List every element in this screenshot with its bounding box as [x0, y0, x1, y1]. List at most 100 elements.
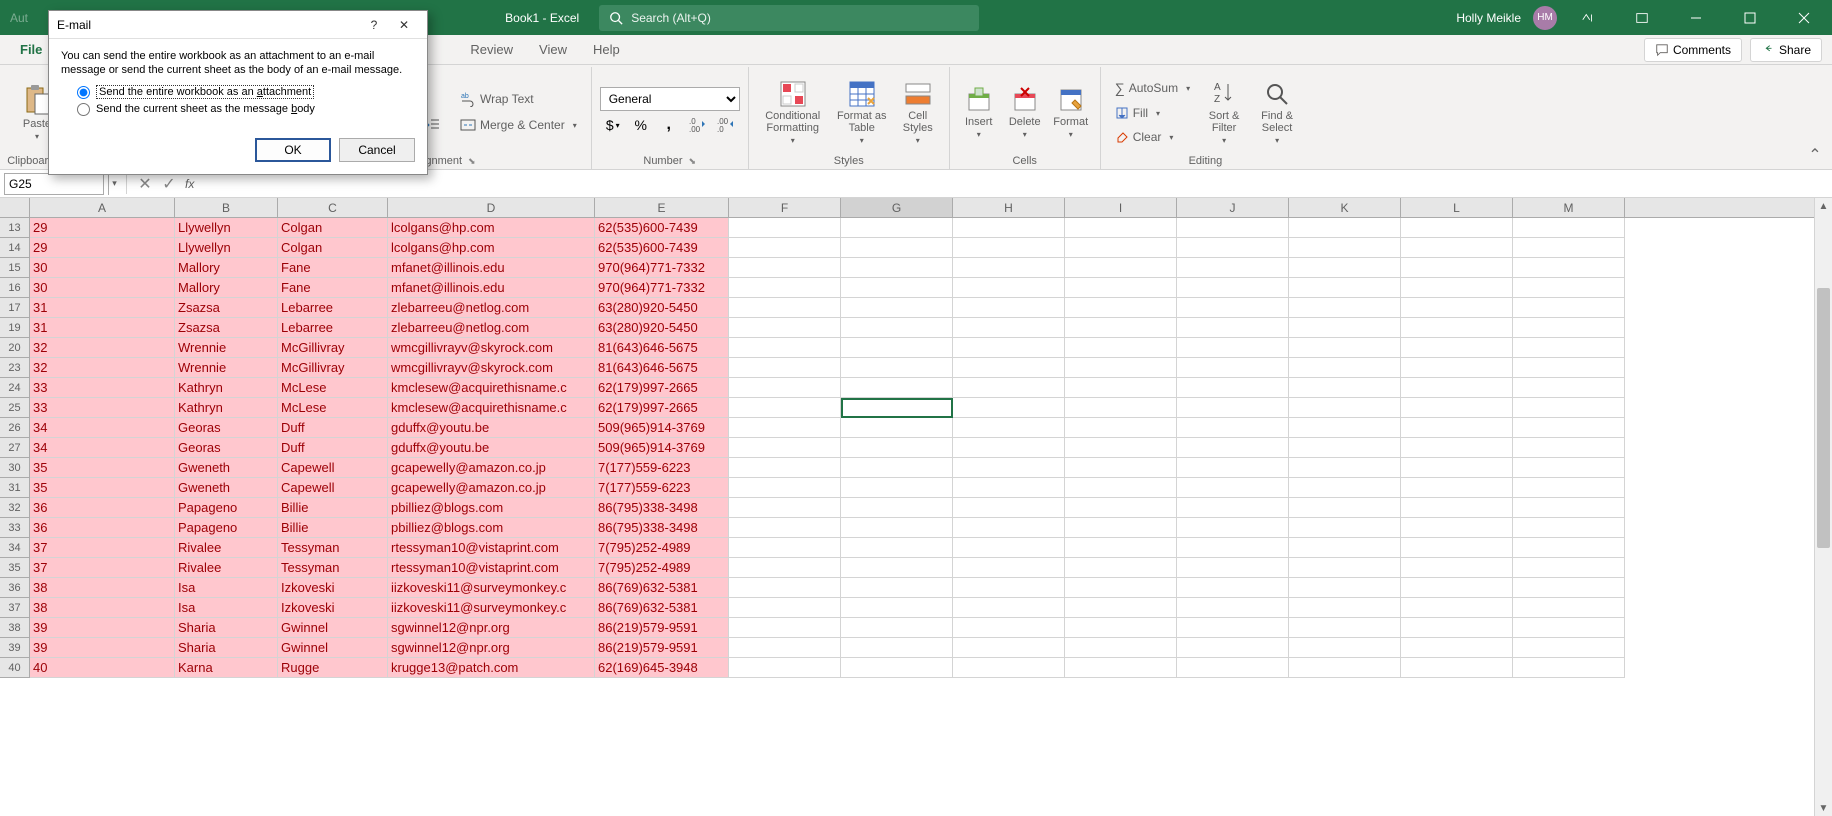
- cell[interactable]: [1401, 258, 1513, 278]
- cell[interactable]: [729, 598, 841, 618]
- cell[interactable]: 62(179)997-2665: [595, 398, 729, 418]
- cell[interactable]: Isa: [175, 578, 278, 598]
- cell[interactable]: [729, 258, 841, 278]
- cell[interactable]: [1065, 278, 1177, 298]
- cell[interactable]: 81(643)646-5675: [595, 338, 729, 358]
- cell[interactable]: [1289, 278, 1401, 298]
- cell[interactable]: [1177, 558, 1289, 578]
- cell[interactable]: [953, 478, 1065, 498]
- cell[interactable]: [953, 618, 1065, 638]
- cell[interactable]: 32: [30, 358, 175, 378]
- cell[interactable]: [841, 658, 953, 678]
- cell[interactable]: [1177, 258, 1289, 278]
- col-header-J[interactable]: J: [1177, 198, 1289, 217]
- tab-review[interactable]: Review: [458, 37, 525, 62]
- cell[interactable]: zlebarreeu@netlog.com: [388, 298, 595, 318]
- cell[interactable]: [841, 478, 953, 498]
- row-header[interactable]: 39: [0, 638, 30, 658]
- cell[interactable]: Rivalee: [175, 538, 278, 558]
- cell[interactable]: [1401, 438, 1513, 458]
- cell[interactable]: Gwinnel: [278, 638, 388, 658]
- cell[interactable]: [1065, 238, 1177, 258]
- name-box-dropdown[interactable]: ▾: [108, 173, 120, 195]
- cell[interactable]: Zsazsa: [175, 298, 278, 318]
- cell[interactable]: 86(219)579-9591: [595, 638, 729, 658]
- ribbon-display-button[interactable]: [1619, 0, 1665, 35]
- cell[interactable]: 35: [30, 458, 175, 478]
- cell[interactable]: [1401, 558, 1513, 578]
- row-header[interactable]: 35: [0, 558, 30, 578]
- cell[interactable]: [1177, 658, 1289, 678]
- cell[interactable]: [1065, 458, 1177, 478]
- merge-center-button[interactable]: Merge & Center ▾: [454, 113, 583, 137]
- user-avatar[interactable]: HM: [1533, 6, 1557, 30]
- row-header[interactable]: 13: [0, 218, 30, 238]
- cell[interactable]: sgwinnel12@npr.org: [388, 618, 595, 638]
- cell[interactable]: 970(964)771-7332: [595, 278, 729, 298]
- cell[interactable]: [729, 618, 841, 638]
- dialog-close-button[interactable]: ✕: [389, 11, 419, 39]
- row-header[interactable]: 27: [0, 438, 30, 458]
- cell[interactable]: [1513, 438, 1625, 458]
- col-header-M[interactable]: M: [1513, 198, 1625, 217]
- cell[interactable]: [841, 638, 953, 658]
- cell[interactable]: [1401, 358, 1513, 378]
- cell[interactable]: Billie: [278, 498, 388, 518]
- cell[interactable]: [953, 258, 1065, 278]
- cell[interactable]: 62(179)997-2665: [595, 378, 729, 398]
- cell[interactable]: [1401, 338, 1513, 358]
- cell[interactable]: 62(169)645-3948: [595, 658, 729, 678]
- cell[interactable]: [1401, 378, 1513, 398]
- cell[interactable]: [841, 558, 953, 578]
- radio-attachment[interactable]: [77, 86, 90, 99]
- cell[interactable]: gcapewelly@amazon.co.jp: [388, 458, 595, 478]
- cell[interactable]: 34: [30, 438, 175, 458]
- cell[interactable]: [1401, 578, 1513, 598]
- cell[interactable]: [1513, 518, 1625, 538]
- cell[interactable]: [1177, 338, 1289, 358]
- cell[interactable]: [1065, 638, 1177, 658]
- cell[interactable]: [1513, 278, 1625, 298]
- fill-button[interactable]: Fill▾: [1109, 102, 1196, 124]
- cell[interactable]: [841, 298, 953, 318]
- cell[interactable]: [1065, 258, 1177, 278]
- cell[interactable]: [1513, 618, 1625, 638]
- cancel-formula-button[interactable]: ✕: [133, 173, 157, 195]
- cell[interactable]: [841, 618, 953, 638]
- cell[interactable]: [841, 358, 953, 378]
- cell[interactable]: [729, 338, 841, 358]
- cell[interactable]: 63(280)920-5450: [595, 298, 729, 318]
- cell[interactable]: [1513, 638, 1625, 658]
- cell[interactable]: [1289, 418, 1401, 438]
- comma-format-button[interactable]: ,: [656, 113, 682, 137]
- cell[interactable]: [1177, 358, 1289, 378]
- cell[interactable]: Colgan: [278, 238, 388, 258]
- cell[interactable]: 37: [30, 558, 175, 578]
- cell[interactable]: [1401, 298, 1513, 318]
- cell[interactable]: [1401, 458, 1513, 478]
- cell[interactable]: 509(965)914-3769: [595, 418, 729, 438]
- cell-styles-button[interactable]: Cell Styles▾: [895, 76, 941, 149]
- cell[interactable]: Rugge: [278, 658, 388, 678]
- cell[interactable]: [1177, 518, 1289, 538]
- cell[interactable]: [1289, 598, 1401, 618]
- cell[interactable]: [729, 238, 841, 258]
- cell[interactable]: [1289, 358, 1401, 378]
- cell[interactable]: 7(795)252-4989: [595, 538, 729, 558]
- cell[interactable]: [729, 638, 841, 658]
- cell[interactable]: [1401, 618, 1513, 638]
- cell[interactable]: [1289, 538, 1401, 558]
- cell[interactable]: 34: [30, 418, 175, 438]
- cell[interactable]: [1513, 558, 1625, 578]
- cell[interactable]: wmcgillivrayv@skyrock.com: [388, 358, 595, 378]
- cell[interactable]: Papageno: [175, 518, 278, 538]
- cell[interactable]: [841, 318, 953, 338]
- grid-body[interactable]: 1329LlywellynColganlcolgans@hp.com62(535…: [0, 218, 1814, 678]
- cell[interactable]: [729, 578, 841, 598]
- cell[interactable]: [953, 378, 1065, 398]
- cell[interactable]: [1289, 638, 1401, 658]
- cell[interactable]: [1513, 458, 1625, 478]
- cell[interactable]: [841, 598, 953, 618]
- cell[interactable]: [1513, 358, 1625, 378]
- cell[interactable]: 38: [30, 598, 175, 618]
